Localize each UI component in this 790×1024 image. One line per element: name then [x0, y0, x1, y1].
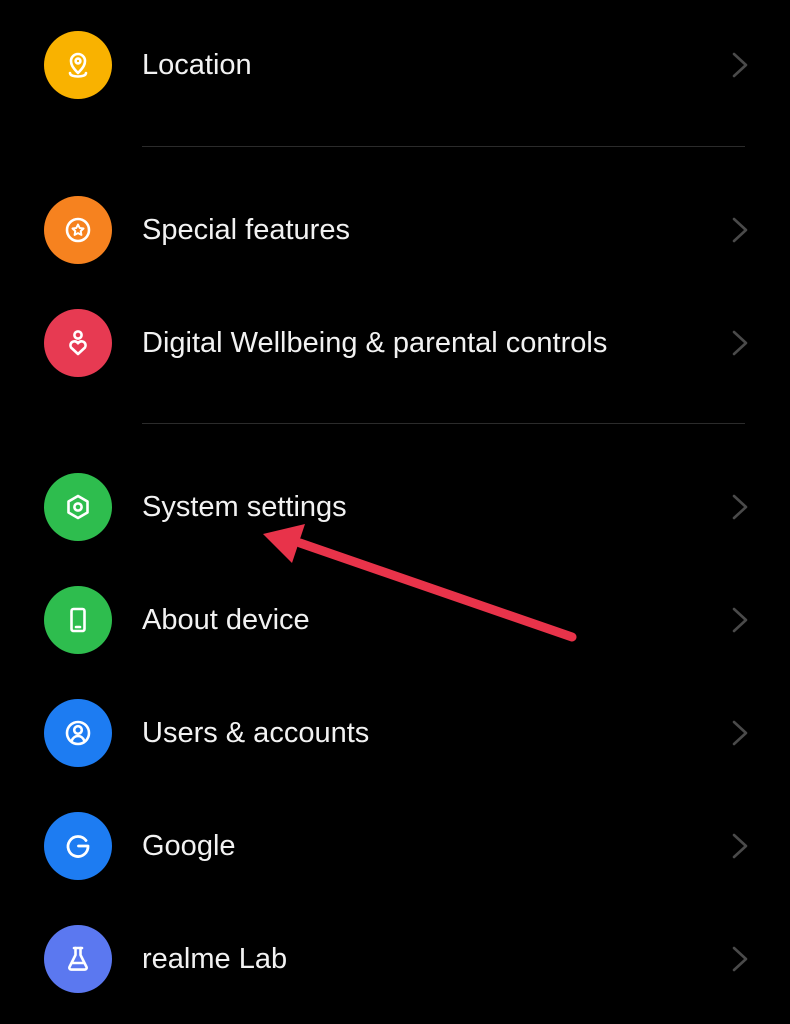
settings-item-about-device[interactable]: About device — [0, 565, 790, 675]
person-heart-icon — [44, 309, 112, 377]
flask-icon — [44, 925, 112, 993]
chevron-right-icon — [732, 217, 748, 243]
settings-item-label: realme Lab — [142, 943, 288, 975]
location-pin-icon — [44, 31, 112, 99]
settings-item-label: Location — [142, 49, 252, 81]
google-g-icon — [44, 812, 112, 880]
section-divider — [142, 146, 745, 147]
settings-item-digital-wellbeing[interactable]: Digital Wellbeing & parental controls — [0, 288, 790, 398]
phone-device-icon — [44, 586, 112, 654]
settings-item-special-features[interactable]: Special features — [0, 175, 790, 285]
settings-item-system-settings[interactable]: System settings — [0, 452, 790, 562]
settings-item-label: About device — [142, 604, 310, 636]
hexagon-gear-icon — [44, 473, 112, 541]
star-circle-icon — [44, 196, 112, 264]
settings-item-label: Users & accounts — [142, 717, 370, 749]
chevron-right-icon — [732, 833, 748, 859]
settings-item-label: System settings — [142, 491, 347, 523]
chevron-right-icon — [732, 720, 748, 746]
chevron-right-icon — [732, 607, 748, 633]
chevron-right-icon — [732, 330, 748, 356]
settings-item-label: Google — [142, 830, 236, 862]
settings-item-google[interactable]: Google — [0, 791, 790, 901]
settings-item-label: Special features — [142, 214, 350, 246]
settings-item-realme-lab[interactable]: realme Lab — [0, 904, 790, 1014]
user-circle-icon — [44, 699, 112, 767]
chevron-right-icon — [732, 52, 748, 78]
chevron-right-icon — [732, 494, 748, 520]
section-divider — [142, 423, 745, 424]
settings-item-label: Digital Wellbeing & parental controls — [142, 327, 608, 359]
chevron-right-icon — [732, 946, 748, 972]
settings-item-location[interactable]: Location — [0, 10, 790, 120]
settings-item-users-accounts[interactable]: Users & accounts — [0, 678, 790, 788]
